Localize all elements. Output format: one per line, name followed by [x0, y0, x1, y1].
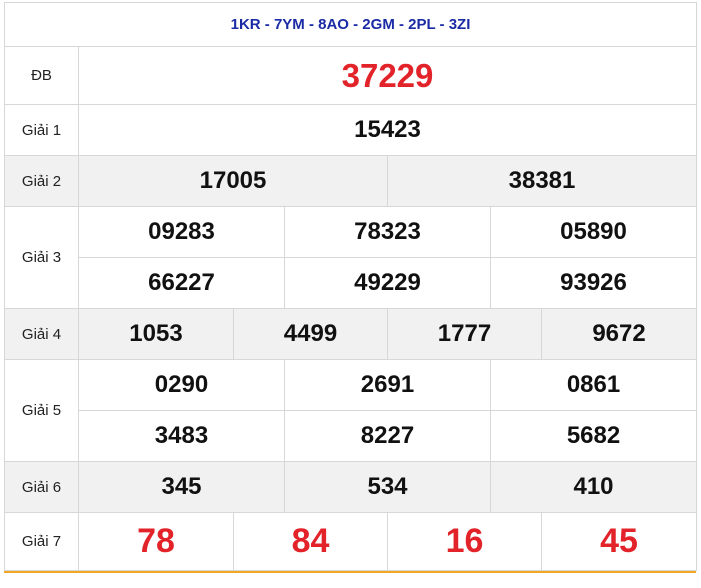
row-prize-5: Giải 5 0290 2691 0861: [4, 359, 698, 462]
prize-3-number: 09283: [78, 206, 285, 258]
row-prize-7: Giải 7 78 84 16 45: [4, 512, 698, 571]
label-prize-4: Giải 4: [4, 308, 79, 360]
label-prize-2: Giải 2: [4, 155, 79, 207]
prize-4-number: 4499: [233, 308, 388, 360]
prize-6-number: 410: [489, 461, 698, 513]
prize-2-number: 38381: [386, 155, 698, 207]
row-prize-6: Giải 6 345 534 410: [4, 461, 698, 513]
prize-5-number: 2691: [284, 359, 491, 411]
row-prize-5-b: 3483 8227 5682: [5, 410, 698, 462]
lottery-results-table: 1KR - 7YM - 8AO - 2GM - 2PL - 3ZI ĐB 372…: [3, 2, 698, 571]
results-table-wrapper: 1KR - 7YM - 8AO - 2GM - 2PL - 3ZI ĐB 372…: [3, 2, 698, 571]
prize-7-number: 45: [540, 512, 698, 571]
special-prize-number: 37229: [77, 46, 698, 105]
prize-5-number: 8227: [284, 410, 491, 462]
row-special-prize: ĐB 37229: [4, 46, 698, 105]
label-prize-6: Giải 6: [4, 461, 79, 513]
row-prize-2: Giải 2 17005 38381: [4, 155, 698, 207]
prize-7-number: 84: [233, 512, 388, 571]
header-row: 1KR - 7YM - 8AO - 2GM - 2PL - 3ZI: [3, 2, 698, 47]
prize-codes: 1KR - 7YM - 8AO - 2GM - 2PL - 3ZI: [3, 2, 698, 47]
prize-5-number: 3483: [78, 410, 285, 462]
prize-7-number: 16: [387, 512, 542, 571]
prize-1-number: 15423: [77, 104, 698, 156]
prize-4-number: 1053: [78, 308, 234, 360]
label-prize-5: Giải 5: [4, 359, 79, 462]
row-prize-1: Giải 1 15423: [4, 104, 698, 156]
prize-7-number: 78: [78, 512, 234, 571]
prize-3-number: 66227: [78, 257, 285, 309]
prize-5-number: 0290: [78, 359, 285, 411]
row-prize-4: Giải 4 1053 4499 1777 9672: [4, 308, 698, 360]
label-prize-1: Giải 1: [4, 104, 79, 156]
prize-3-number: 93926: [489, 257, 698, 309]
row-prize-3-b: 66227 49229 93926: [5, 257, 698, 309]
table-bottom-accent-line: [4, 571, 696, 573]
label-prize-3: Giải 3: [4, 206, 79, 309]
prize-6-number: 534: [284, 461, 491, 513]
prize-3-number: 78323: [284, 206, 491, 258]
prize-3-number: 05890: [489, 206, 698, 258]
prize-5-number: 5682: [489, 410, 698, 462]
prize-4-number: 9672: [540, 308, 698, 360]
prize-6-number: 345: [78, 461, 285, 513]
prize-3-number: 49229: [284, 257, 491, 309]
prize-4-number: 1777: [387, 308, 542, 360]
prize-2-number: 17005: [78, 155, 388, 207]
row-prize-3: Giải 3 09283 78323 05890: [4, 206, 698, 309]
label-special-prize: ĐB: [4, 46, 79, 105]
prize-5-number: 0861: [489, 359, 698, 411]
label-prize-7: Giải 7: [4, 512, 79, 571]
